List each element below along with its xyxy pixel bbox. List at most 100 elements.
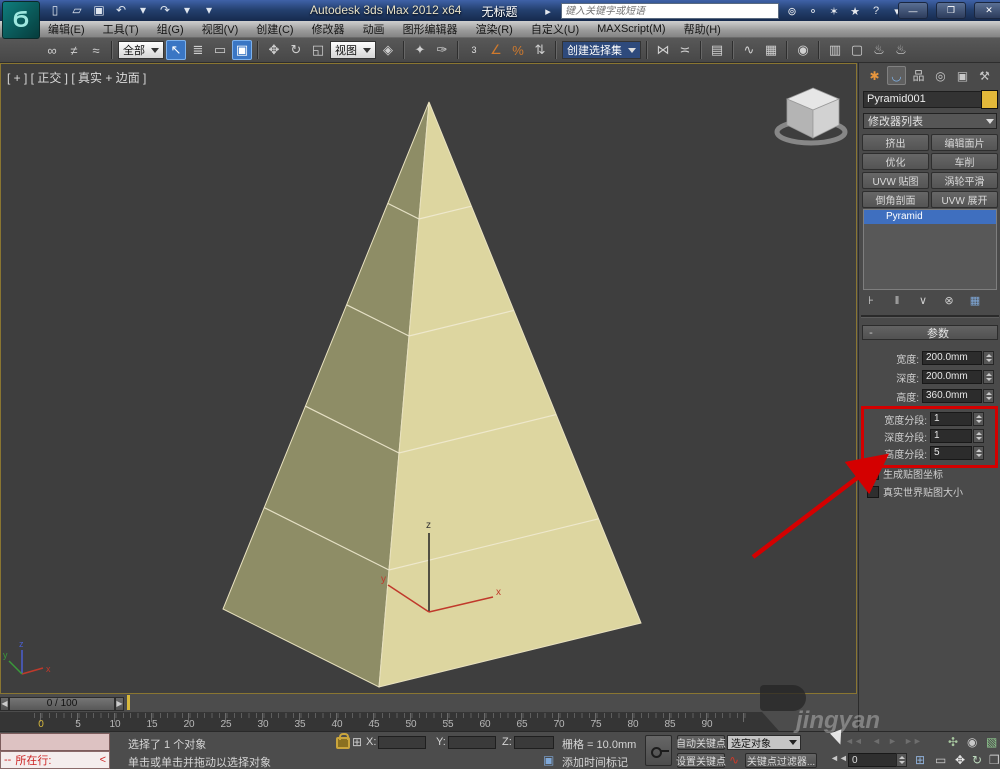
previous-frame-icon[interactable]: ◀ <box>0 697 9 711</box>
tab-modify-icon[interactable]: ◡ <box>887 66 906 85</box>
spinner-snap-icon[interactable]: ⇅ <box>530 40 550 60</box>
orbit-icon[interactable]: ↻ <box>972 753 982 767</box>
frame-spinner[interactable] <box>896 753 907 767</box>
parameters-rollout-header[interactable]: - 参数 <box>862 325 998 340</box>
coord-z-field[interactable] <box>514 736 554 749</box>
show-end-result-icon[interactable]: ‖ <box>889 295 905 307</box>
viewcube[interactable] <box>777 88 845 143</box>
coord-x-field[interactable] <box>378 736 426 749</box>
angle-snap-icon[interactable]: ∠ <box>486 40 506 60</box>
menu-graph-editors[interactable]: 图形编辑器 <box>403 21 458 37</box>
tab-create-icon[interactable]: ✱ <box>865 66 884 85</box>
undo-icon[interactable]: ↶ <box>112 2 130 18</box>
layer-manager-icon[interactable]: ▤ <box>707 40 727 60</box>
menu-customize[interactable]: 自定义(U) <box>531 21 579 37</box>
snap-toggle-3d-icon[interactable]: 3 <box>464 40 484 60</box>
align-icon[interactable]: ≍ <box>675 40 695 60</box>
menu-maxscript[interactable]: MAXScript(M) <box>597 23 665 35</box>
rollout-collapse-icon[interactable]: - <box>863 327 879 339</box>
stack-item-pyramid[interactable]: Pyramid <box>864 210 996 224</box>
menu-edit[interactable]: 编辑(E) <box>48 21 85 37</box>
zoom-all-icon[interactable]: ◉ <box>967 735 977 749</box>
maxscript-mini-listener[interactable]: -- 所在行: < <box>0 751 110 769</box>
set-keys-button[interactable] <box>645 735 672 766</box>
bind-to-spacewarp-icon[interactable]: ≈ <box>86 40 106 60</box>
pan-hand-icon[interactable]: ✥ <box>955 753 965 767</box>
menu-views[interactable]: 视图(V) <box>202 21 239 37</box>
menu-rendering[interactable]: 渲染(R) <box>476 21 513 37</box>
named-selection-sets-dropdown[interactable]: 创建选择集 <box>562 41 641 59</box>
key-mode-toggle-icon[interactable]: ◄◄ <box>830 753 848 763</box>
track-bar[interactable]: 0 5 10 15 20 25 30 35 40 45 50 55 60 65 … <box>0 712 780 731</box>
menu-group[interactable]: 组(G) <box>157 21 184 37</box>
transform-typein-mode-icon[interactable]: ⊞ <box>352 735 362 749</box>
maximize-viewport-icon[interactable]: ❒ <box>989 753 1000 767</box>
current-frame-marker[interactable] <box>127 695 130 710</box>
key-filters-button[interactable]: 关键点过滤器... <box>745 753 817 768</box>
communication-center-icon[interactable]: ✶ <box>826 5 842 18</box>
window-crossing-icon[interactable]: ▣ <box>232 40 252 60</box>
search-icon[interactable]: ⊚ <box>784 5 800 18</box>
tab-hierarchy-icon[interactable]: 品 <box>909 66 928 85</box>
modifier-extrude-button[interactable]: 挤出 <box>862 134 929 151</box>
favorites-icon[interactable]: ★ <box>847 5 863 18</box>
configure-modifier-sets-icon[interactable]: ▦ <box>967 294 983 307</box>
application-menu-logo[interactable]: Ϭ <box>2 1 40 39</box>
keyboard-override-icon[interactable]: ✑ <box>432 40 452 60</box>
undo-caret-icon[interactable]: ▾ <box>134 2 152 18</box>
go-to-end-icon[interactable]: ►► <box>904 736 922 746</box>
schematic-view-icon[interactable]: ▦ <box>761 40 781 60</box>
modifier-uvw-map-button[interactable]: UVW 贴图 <box>862 172 929 189</box>
play-animation-icon[interactable]: ► <box>888 736 897 746</box>
modifier-turbosmooth-button[interactable]: 涡轮平滑 <box>931 172 998 189</box>
add-time-tag[interactable]: 添加时间标记 <box>562 754 628 769</box>
render-setup-icon[interactable]: ▥ <box>825 40 845 60</box>
coord-y-field[interactable] <box>448 736 496 749</box>
make-unique-icon[interactable]: ∨ <box>915 294 931 307</box>
use-pivot-center-icon[interactable]: ◈ <box>378 40 398 60</box>
isolate-selection-icon[interactable]: ▣ <box>543 753 554 767</box>
modifier-unwrap-uvw-button[interactable]: UVW 展开 <box>931 191 998 208</box>
render-iterative-icon[interactable]: ♨ <box>891 40 911 60</box>
infocenter-flyout-icon[interactable]: ▸ <box>540 5 556 18</box>
real-world-map-size-checkbox[interactable] <box>867 486 879 498</box>
object-color-swatch[interactable] <box>981 90 998 109</box>
selected-filter-dropdown[interactable]: 选定对象 <box>727 735 801 750</box>
zoom-icon[interactable]: ⊞ <box>915 753 925 767</box>
redo-caret-icon[interactable]: ▾ <box>178 2 196 18</box>
select-and-manipulate-icon[interactable]: ✦ <box>410 40 430 60</box>
depth-field[interactable]: 200.0mm <box>922 370 982 384</box>
macro-recorder-field[interactable] <box>0 733 110 751</box>
tab-motion-icon[interactable]: ◎ <box>931 66 950 85</box>
open-file-icon[interactable]: ▱ <box>68 2 86 18</box>
depth-spinner[interactable] <box>983 370 994 384</box>
selection-filter-dropdown[interactable]: 全部 <box>118 41 164 59</box>
modifier-stack[interactable]: Pyramid <box>863 209 997 290</box>
material-editor-icon[interactable]: ◉ <box>793 40 813 60</box>
select-by-name-icon[interactable]: ≣ <box>188 40 208 60</box>
menu-modifiers[interactable]: 修改器 <box>312 21 345 37</box>
select-and-link-icon[interactable]: ∞ <box>42 40 62 60</box>
zoom-region-icon[interactable]: ▭ <box>935 753 946 767</box>
set-key-button[interactable]: 设置关键点 <box>677 753 725 768</box>
width-field[interactable]: 200.0mm <box>922 351 982 365</box>
minimize-button[interactable]: — <box>898 2 928 19</box>
quickaccess-more-icon[interactable]: ▾ <box>200 2 218 18</box>
rendered-frame-window-icon[interactable]: ▢ <box>847 40 867 60</box>
modifier-bevel-profile-button[interactable]: 倒角剖面 <box>862 191 929 208</box>
render-production-icon[interactable]: ♨ <box>869 40 889 60</box>
select-and-rotate-icon[interactable]: ↻ <box>286 40 306 60</box>
reference-coordinate-dropdown[interactable]: 视图 <box>330 41 376 59</box>
menu-animation[interactable]: 动画 <box>363 21 385 37</box>
generate-mapping-coords-checkbox[interactable]: ✓ <box>867 468 879 480</box>
zoom-extents-all-icon[interactable]: ✣ <box>948 735 958 749</box>
pin-stack-icon[interactable]: ⊦ <box>863 294 879 307</box>
help-icon[interactable]: ? <box>868 5 884 17</box>
unlink-selection-icon[interactable]: ≠ <box>64 40 84 60</box>
previous-frame-icon[interactable]: ◄ <box>872 736 881 746</box>
percent-snap-icon[interactable]: % <box>508 40 528 60</box>
object-name-field[interactable]: Pyramid001 <box>863 91 985 108</box>
maximize-button[interactable]: ❐ <box>936 2 966 19</box>
search-input[interactable] <box>561 3 779 19</box>
remove-modifier-icon[interactable]: ⊗ <box>941 294 957 307</box>
